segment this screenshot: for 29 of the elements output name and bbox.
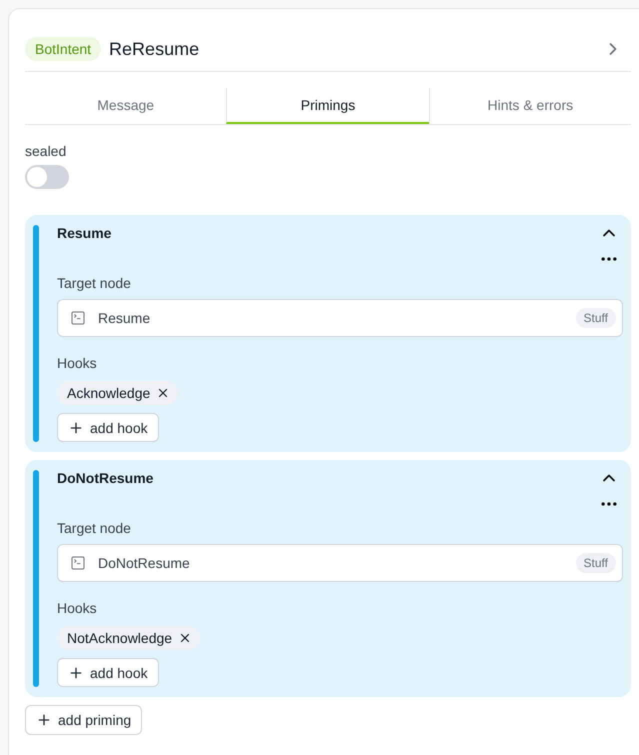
type-badge: BotIntent	[25, 37, 102, 61]
priming-name: Resume	[57, 224, 112, 243]
hook-chip: Acknowledge	[57, 381, 178, 405]
target-node-value: DoNotResume	[98, 554, 190, 573]
priming-name: DoNotResume	[57, 469, 154, 488]
tab[interactable]: Hints & errors	[428, 88, 631, 124]
tag: Stuff	[576, 553, 616, 573]
tab[interactable]: Message	[25, 88, 226, 124]
hook-chip: NotAcknowledge	[57, 626, 200, 650]
node-title: ReResume	[109, 38, 200, 61]
target-node-field[interactable]: DoNotResume Stuff	[57, 544, 623, 582]
toggle-switch[interactable]	[25, 165, 69, 189]
field-label: Target node	[57, 519, 132, 538]
target-node-value: Resume	[98, 309, 150, 328]
field-label: Hooks	[57, 599, 98, 618]
add-hook-button[interactable]: add hook	[57, 413, 159, 442]
plus-icon	[68, 420, 84, 436]
plus-icon	[36, 712, 52, 728]
terminal-icon	[70, 555, 86, 571]
field-label: Hooks	[57, 354, 98, 373]
tab[interactable]: Primings	[226, 88, 429, 124]
tag: Stuff	[576, 308, 616, 328]
field-label: Target node	[57, 274, 132, 293]
add-priming-button[interactable]: add priming	[25, 705, 142, 735]
terminal-icon	[70, 310, 86, 326]
toggle-label: sealed	[25, 142, 68, 161]
plus-icon	[68, 664, 84, 680]
add-hook-button[interactable]: add hook	[57, 658, 159, 687]
target-node-field[interactable]: Resume Stuff	[57, 299, 623, 337]
